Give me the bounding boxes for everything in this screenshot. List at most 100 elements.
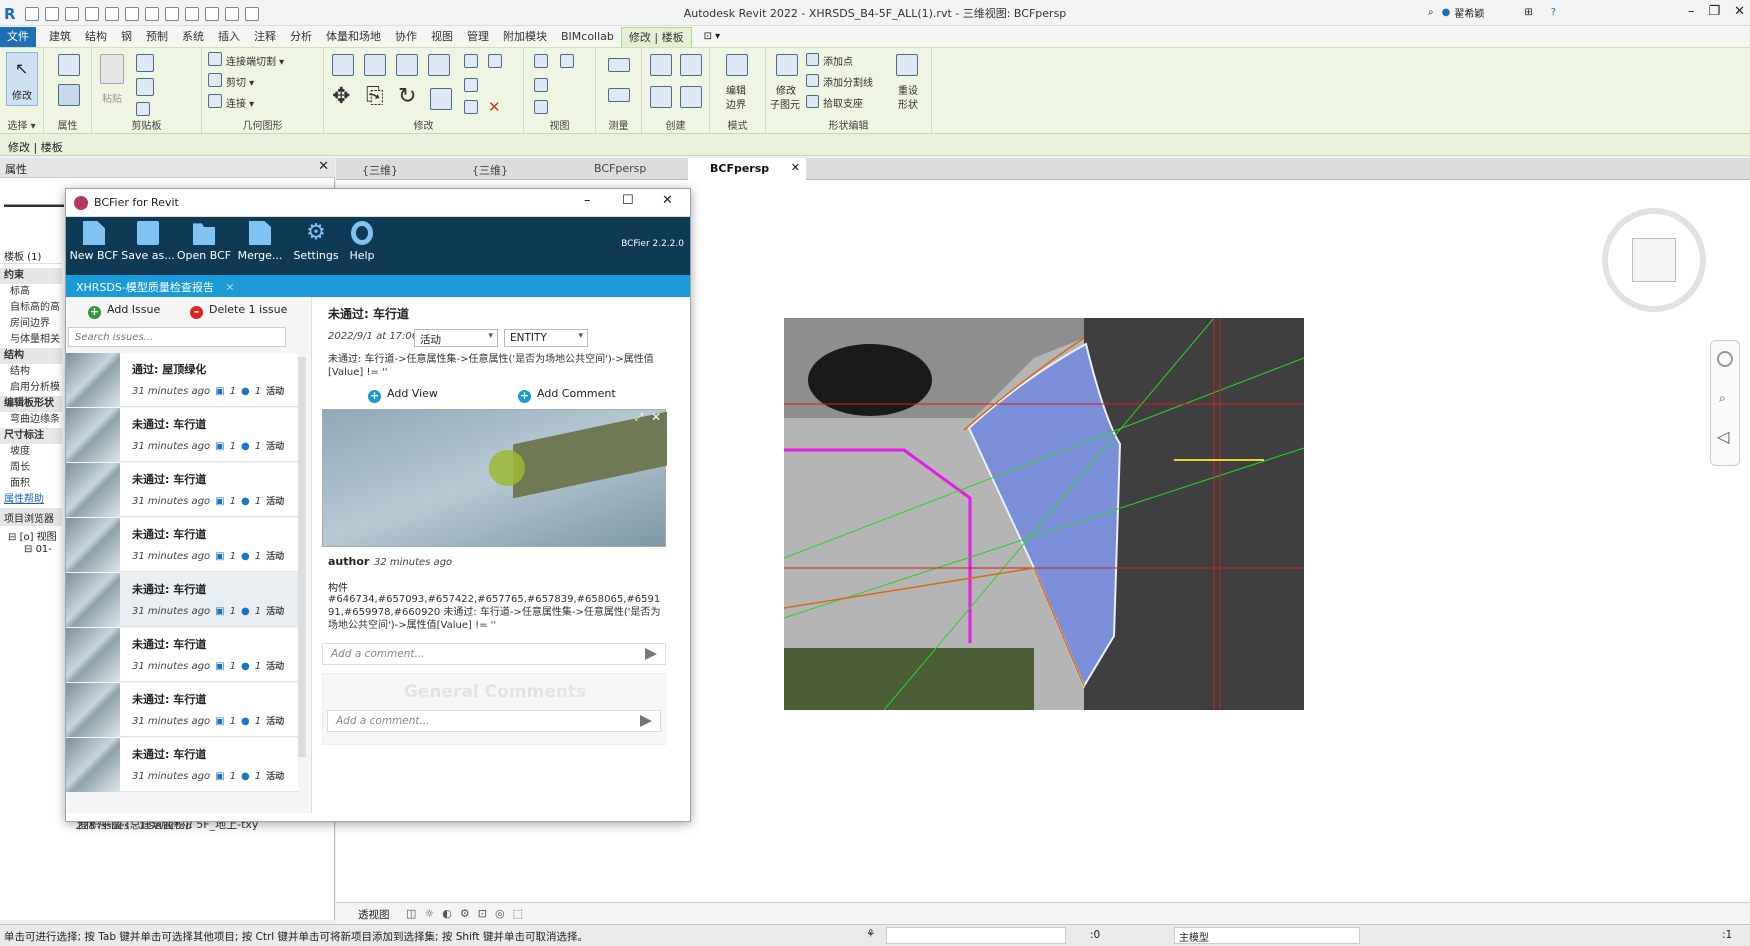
mirror-axis-icon[interactable]	[396, 54, 418, 76]
tab-bcfpersp-active[interactable]: BCFpersp ✕	[688, 158, 806, 180]
tree-01[interactable]: ⊟ 01-	[24, 544, 52, 555]
issue-item[interactable]: 未通过: 车行道 31 minutes ago ▣ 1 ● 1 活动	[66, 518, 298, 572]
zoom-icon[interactable]: ⌕	[1719, 391, 1726, 406]
redo-icon[interactable]	[104, 7, 119, 21]
issue-item[interactable]: 未通过: 车行道 31 minutes ago ▣ 1 ● 1 活动	[66, 683, 298, 737]
cart-icon[interactable]: ⊞	[1524, 7, 1532, 18]
copy-modify-icon[interactable]: ⎘	[366, 84, 384, 109]
array-icon[interactable]	[464, 78, 478, 92]
tab-9[interactable]: 协作	[388, 27, 424, 47]
cope-icon[interactable]	[208, 52, 222, 66]
user-icon[interactable]: ●	[1442, 7, 1451, 18]
offset-icon[interactable]	[364, 54, 386, 76]
viewpoint-snapshot[interactable]: ⤢ ✕	[322, 409, 667, 547]
issue-item[interactable]: 未通过: 车行道 31 minutes ago ▣ 1 ● 1 活动	[66, 573, 298, 627]
bcfier-minimize-icon[interactable]: –	[584, 193, 591, 208]
create-parts-icon[interactable]	[650, 54, 672, 76]
visual-style-icon[interactable]: ◫	[406, 907, 416, 920]
tab-3d-1[interactable]: {三维}	[340, 158, 440, 180]
tab-6[interactable]: 注释	[247, 27, 283, 47]
tab-3[interactable]: 预制	[139, 27, 175, 47]
perspective-label[interactable]: 透视图	[358, 907, 390, 922]
save-icon[interactable]	[44, 7, 59, 21]
paint-icon[interactable]	[534, 100, 548, 114]
trim-icon[interactable]	[430, 88, 452, 110]
split-icon[interactable]	[464, 54, 478, 68]
design-option-dropdown[interactable]: 主模型	[1174, 927, 1360, 944]
general-comment-input[interactable]: Add a comment...	[327, 710, 661, 732]
orbit-icon[interactable]: ◁	[1717, 427, 1729, 446]
print-icon[interactable]	[124, 7, 139, 21]
sync-icon[interactable]	[64, 7, 79, 21]
cut-geometry-label[interactable]: 剪切 ▾	[226, 74, 254, 89]
close-hidden-icon[interactable]	[224, 7, 239, 21]
hide-isolate-icon[interactable]: ◎	[495, 907, 505, 920]
pin-icon[interactable]	[488, 54, 502, 68]
cope-label[interactable]: 连接端切割 ▾	[226, 53, 284, 68]
revit-logo-icon[interactable]: R	[4, 5, 16, 23]
mirror-draw-icon[interactable]	[428, 54, 450, 76]
user-name[interactable]: 翟希颖	[1454, 5, 1484, 20]
pick-supports-label[interactable]: 拾取支座	[823, 95, 863, 110]
help-button[interactable]: Help	[334, 221, 390, 262]
properties-help-link[interactable]: 属性帮助	[0, 492, 62, 508]
match-properties-icon[interactable]	[136, 102, 150, 116]
type-properties-icon[interactable]	[58, 84, 80, 106]
property-category[interactable]: 结构	[0, 348, 62, 364]
paste-icon[interactable]	[100, 54, 124, 84]
open-bcf-button[interactable]: Open BCF	[176, 221, 232, 262]
add-split-line-label[interactable]: 添加分割线	[823, 74, 873, 89]
create-group-icon[interactable]	[680, 54, 702, 76]
tab-0[interactable]: 建筑	[42, 27, 78, 47]
tree-views[interactable]: ⊟ [o] 视图	[8, 528, 57, 543]
issue-item[interactable]: 未通过: 车行道 31 minutes ago ▣ 1 ● 1 活动	[66, 408, 298, 462]
create-similar-icon[interactable]	[680, 86, 702, 108]
dimension-icon[interactable]	[608, 88, 630, 102]
send-comment-icon[interactable]	[645, 648, 657, 660]
property-category[interactable]: 约束	[0, 268, 62, 284]
add-view-button[interactable]: + Add View	[368, 387, 438, 403]
viewcube[interactable]	[1632, 238, 1676, 282]
send-general-comment-icon[interactable]	[640, 715, 652, 727]
measure-tool-icon[interactable]	[608, 58, 630, 72]
add-point-label[interactable]: 添加点	[823, 53, 853, 68]
modify-label-2[interactable]: 修改	[776, 82, 796, 97]
pick-supports-icon[interactable]	[806, 95, 819, 108]
tab-13[interactable]: BIMcollab	[554, 27, 621, 47]
tab-10[interactable]: 视图	[424, 27, 460, 47]
tab-2[interactable]: 钢	[114, 27, 139, 47]
modify-button[interactable]: ↖ 修改	[6, 52, 38, 106]
issue-item[interactable]: 通过: 屋顶绿化 31 minutes ago ▣ 1 ● 1 活动	[66, 353, 298, 407]
edit-label[interactable]: 编辑	[726, 82, 746, 97]
property-category[interactable]: 编辑板形状	[0, 396, 62, 412]
project-close-icon[interactable]: ✕	[225, 281, 234, 294]
property-category[interactable]: 尺寸标注	[0, 428, 62, 444]
search-issues-input[interactable]	[68, 327, 286, 347]
project-tab[interactable]: XHRSDS-模型质量检查报告 ✕	[66, 275, 690, 297]
help-icon[interactable]: ?	[1551, 7, 1556, 18]
add-issue-button[interactable]: + Add Issue	[88, 303, 160, 319]
boundary-label[interactable]: 边界	[726, 96, 746, 111]
workset-dropdown[interactable]	[886, 927, 1066, 944]
bcfier-close-icon[interactable]: ✕	[662, 193, 673, 208]
override-icon[interactable]	[534, 78, 548, 92]
shadows-icon[interactable]: ◐	[442, 907, 452, 920]
text-icon[interactable]	[164, 7, 179, 21]
add-point-icon[interactable]	[806, 53, 819, 66]
worksets-icon[interactable]: ⚘	[866, 928, 875, 940]
add-split-line-icon[interactable]	[806, 74, 819, 87]
tab-5[interactable]: 插入	[211, 27, 247, 47]
tab-3d-2[interactable]: {三维}	[450, 158, 550, 180]
close-tab-icon[interactable]: ✕	[791, 161, 800, 174]
tab-11[interactable]: 管理	[460, 27, 496, 47]
add-comment-button[interactable]: + Add Comment	[518, 387, 616, 403]
filter-count[interactable]: :1	[1722, 929, 1732, 941]
close-properties-icon[interactable]: ✕	[318, 159, 329, 174]
type-select[interactable]: ENTITY	[504, 329, 588, 347]
join-label[interactable]: 连接 ▾	[226, 95, 254, 110]
issue-item[interactable]: 未通过: 车行道 31 minutes ago ▣ 1 ● 1 活动	[66, 463, 298, 517]
close-icon[interactable]: ✕	[1734, 4, 1745, 19]
crop-icon[interactable]: ⊡	[478, 907, 487, 920]
sections-icon[interactable]	[204, 7, 219, 21]
issue-title[interactable]: 未通过: 车行道	[322, 303, 666, 323]
